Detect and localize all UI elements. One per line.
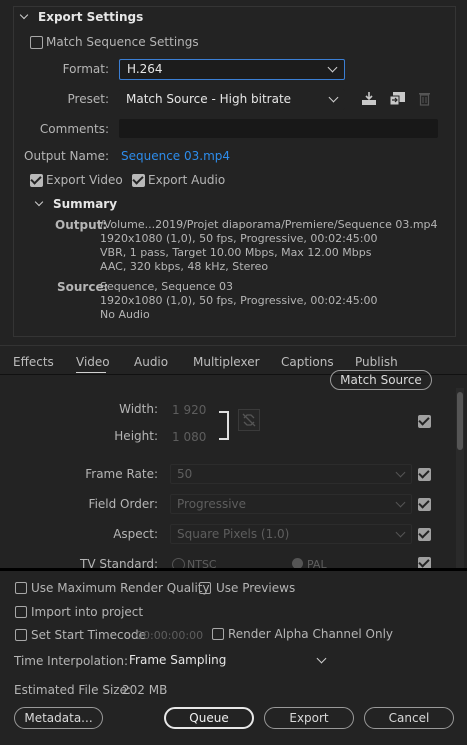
frame-rate-label: Frame Rate: — [85, 467, 158, 481]
format-value: H.264 — [127, 62, 163, 76]
max-render-quality-checkbox[interactable] — [15, 582, 27, 594]
export-audio-checkbox[interactable] — [132, 174, 145, 187]
aspect-override-checkbox[interactable] — [418, 528, 431, 541]
comments-field[interactable] — [119, 119, 438, 138]
height-value[interactable]: 1 080 — [172, 430, 206, 444]
field-order-value: Progressive — [177, 497, 247, 511]
chevron-down-icon — [395, 497, 406, 508]
use-previews-label: Use Previews — [216, 581, 296, 595]
tab-multiplexer[interactable]: Multiplexer — [193, 355, 260, 369]
export-video-label: Export Video — [46, 173, 123, 187]
import-preset-icon[interactable] — [389, 91, 406, 106]
delete-preset-icon[interactable] — [418, 91, 431, 106]
match-sequence-checkbox[interactable] — [30, 36, 43, 49]
queue-button[interactable]: Queue — [164, 707, 254, 729]
use-previews-checkbox[interactable] — [199, 582, 211, 594]
time-interpolation-label: Time Interpolation: — [14, 654, 129, 668]
export-settings-header: Export Settings — [38, 10, 144, 24]
import-into-project-label: Import into project — [31, 605, 144, 619]
metadata-button[interactable]: Metadata... — [14, 707, 103, 729]
cancel-button[interactable]: Cancel — [364, 707, 454, 729]
unlink-icon[interactable] — [238, 409, 260, 431]
aspect-link-bracket — [219, 411, 229, 440]
chevron-down-icon — [395, 467, 406, 478]
height-label: Height: — [114, 429, 158, 443]
file-size-value: 202 MB — [122, 683, 168, 697]
start-timecode-field[interactable]: 00:00:00:00 — [136, 629, 203, 642]
match-sequence-label: Match Sequence Settings — [46, 35, 199, 49]
export-audio-label: Export Audio — [148, 173, 226, 187]
frame-rate-dropdown[interactable]: 50 — [170, 464, 412, 484]
set-start-timecode-checkbox[interactable] — [15, 629, 27, 641]
output-summary-text: /Volume...2019/Projet diaporama/Premiere… — [100, 218, 438, 273]
scrollbar-thumb[interactable] — [457, 392, 463, 450]
width-value[interactable]: 1 920 — [172, 403, 206, 417]
render-alpha-label: Render Alpha Channel Only — [228, 627, 394, 641]
chevron-down-icon — [316, 653, 327, 664]
tab-captions[interactable]: Captions — [281, 355, 334, 369]
frame-rate-value: 50 — [177, 467, 193, 481]
preset-dropdown[interactable]: Match Source - High bitrate — [119, 89, 345, 110]
export-button[interactable]: Export — [264, 707, 354, 729]
preset-label: Preset: — [67, 92, 109, 106]
match-source-button[interactable]: Match Source — [330, 370, 432, 390]
chevron-down-icon — [395, 527, 406, 538]
export-video-checkbox[interactable] — [30, 174, 43, 187]
file-size-label: Estimated File Size: — [14, 683, 132, 697]
field-order-dropdown[interactable]: Progressive — [170, 494, 412, 514]
width-label: Width: — [119, 402, 158, 416]
tab-separator-top — [0, 345, 467, 346]
tab-publish[interactable]: Publish — [355, 355, 398, 369]
import-into-project-checkbox[interactable] — [15, 606, 27, 618]
time-interpolation-value: Frame Sampling — [129, 653, 227, 667]
tab-audio[interactable]: Audio — [134, 355, 168, 369]
aspect-label: Aspect: — [113, 527, 158, 541]
field-order-label: Field Order: — [88, 497, 158, 511]
chevron-down-icon — [328, 92, 339, 103]
preset-value: Match Source - High bitrate — [126, 92, 292, 106]
comments-label: Comments: — [39, 122, 109, 136]
output-name-label: Output Name: — [24, 149, 109, 163]
render-alpha-checkbox[interactable] — [212, 628, 224, 640]
tab-video-underline — [76, 372, 106, 373]
source-summary-text: Sequence, Sequence 03 1920x1080 (1,0), 5… — [100, 280, 378, 321]
summary-header: Summary — [53, 197, 118, 211]
field-order-override-checkbox[interactable] — [418, 498, 431, 511]
chevron-down-icon — [327, 62, 338, 73]
format-label: Format: — [62, 62, 109, 76]
tab-effects[interactable]: Effects — [13, 355, 54, 369]
save-preset-icon[interactable] — [361, 91, 377, 106]
aspect-dropdown[interactable]: Square Pixels (1.0) — [170, 524, 412, 544]
aspect-value: Square Pixels (1.0) — [177, 527, 290, 541]
set-start-timecode-label: Set Start Timecode — [31, 628, 146, 642]
time-interpolation-dropdown[interactable]: Frame Sampling — [123, 651, 332, 671]
output-name-link[interactable]: Sequence 03.mp4 — [121, 149, 230, 163]
dimensions-override-checkbox[interactable] — [418, 415, 431, 428]
frame-rate-override-checkbox[interactable] — [418, 468, 431, 481]
max-render-quality-label: Use Maximum Render Quality — [31, 581, 210, 595]
format-dropdown[interactable]: H.264 — [119, 59, 345, 80]
tab-video[interactable]: Video — [76, 355, 110, 369]
